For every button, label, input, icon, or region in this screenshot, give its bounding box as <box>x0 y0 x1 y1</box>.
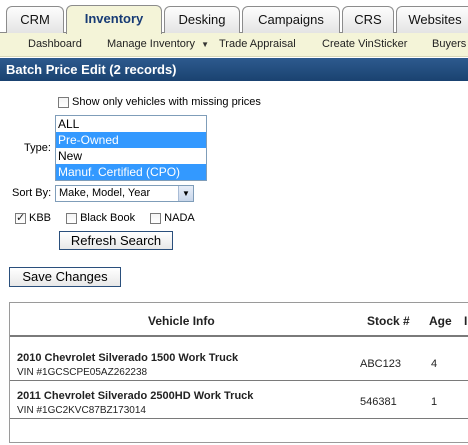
tab-campaigns[interactable]: Campaigns <box>242 6 340 33</box>
tab-websites[interactable]: Websites <box>396 6 468 33</box>
table-row[interactable]: 2010 Chevrolet Silverado 1500 Work Truck… <box>10 345 468 381</box>
vehicle-name: 2010 Chevrolet Silverado 1500 Work Truck <box>17 352 239 364</box>
subnav-create-vinsticker[interactable]: Create VinSticker <box>322 38 407 50</box>
source-nada[interactable]: NADA <box>150 212 195 224</box>
black-book-label: Black Book <box>80 212 136 225</box>
missing-prices-label: Show only vehicles with missing prices <box>72 96 261 109</box>
page-title: Batch Price Edit (2 records) <box>0 58 468 81</box>
tab-crm[interactable]: CRM <box>6 6 64 33</box>
table-row[interactable]: 2011 Chevrolet Silverado 2500HD Work Tru… <box>10 383 468 419</box>
subnav-manage-inventory-label: Manage Inventory <box>107 38 196 50</box>
main-tab-bar: CRM Inventory Desking Campaigns CRS Webs… <box>0 0 468 34</box>
type-option-new[interactable]: New <box>56 148 206 164</box>
vehicle-vin: VIN #1GC2KVC87BZ173014 <box>17 405 146 416</box>
black-book-checkbox[interactable] <box>66 212 78 224</box>
price-source-options: KBB Black Book NADA <box>15 211 207 225</box>
subnav-manage-inventory[interactable]: Manage Inventory ▼ <box>107 38 209 50</box>
nada-label: NADA <box>164 212 195 225</box>
type-option-cpo[interactable]: Manuf. Certified (CPO) <box>56 164 206 180</box>
tab-crs[interactable]: CRS <box>342 6 394 33</box>
kbb-label: KBB <box>29 212 52 225</box>
tab-inventory[interactable]: Inventory <box>66 5 162 34</box>
vehicle-stock: ABC123 <box>360 358 401 370</box>
type-listbox[interactable]: ALL Pre-Owned New Manuf. Certified (CPO) <box>55 115 207 181</box>
nada-checkbox[interactable] <box>150 212 162 224</box>
chevron-down-icon[interactable]: ▼ <box>178 186 193 201</box>
source-black-book[interactable]: Black Book <box>66 212 135 224</box>
sort-by-label: Sort By: <box>12 187 52 199</box>
tab-desking[interactable]: Desking <box>164 6 240 33</box>
inventory-subnav: Dashboard Manage Inventory ▼ Trade Apprai… <box>0 33 468 57</box>
type-option-all[interactable]: ALL <box>56 116 206 132</box>
refresh-search-button[interactable]: Refresh Search <box>59 231 173 250</box>
type-label: Type: <box>24 142 51 154</box>
type-option-pre-owned[interactable]: Pre-Owned <box>56 132 206 148</box>
missing-prices-checkbox[interactable] <box>58 96 69 108</box>
vehicles-table: Vehicle Info Stock # Age I 2010 Chevrole… <box>9 302 468 443</box>
vehicle-name: 2011 Chevrolet Silverado 2500HD Work Tru… <box>17 390 254 402</box>
missing-prices-filter[interactable]: Show only vehicles with missing prices <box>58 96 261 108</box>
vehicle-age: 4 <box>431 358 438 370</box>
sort-by-select[interactable]: Make, Model, Year ▼ <box>55 185 194 202</box>
subnav-trade-appraisal[interactable]: Trade Appraisal <box>219 38 296 50</box>
batch-edit-panel: Show only vehicles with missing prices T… <box>0 81 468 445</box>
source-kbb[interactable]: KBB <box>15 211 52 225</box>
subnav-buyers[interactable]: Buyers <box>432 38 466 50</box>
header-extra[interactable]: I <box>464 314 467 328</box>
kbb-checkbox[interactable] <box>15 211 26 224</box>
table-header: Vehicle Info Stock # Age I <box>10 303 468 337</box>
header-stock[interactable]: Stock # <box>367 314 410 328</box>
header-age[interactable]: Age <box>429 314 452 328</box>
vehicle-age: 1 <box>431 396 438 408</box>
save-changes-button[interactable]: Save Changes <box>9 267 121 287</box>
sort-by-value: Make, Model, Year <box>59 187 151 199</box>
subnav-dashboard[interactable]: Dashboard <box>28 38 82 50</box>
vehicle-stock: 546381 <box>360 396 397 408</box>
header-vehicle-info[interactable]: Vehicle Info <box>148 314 215 328</box>
vehicle-vin: VIN #1GCSCPE05AZ262238 <box>17 367 148 378</box>
dropdown-arrow-icon: ▼ <box>201 40 209 49</box>
